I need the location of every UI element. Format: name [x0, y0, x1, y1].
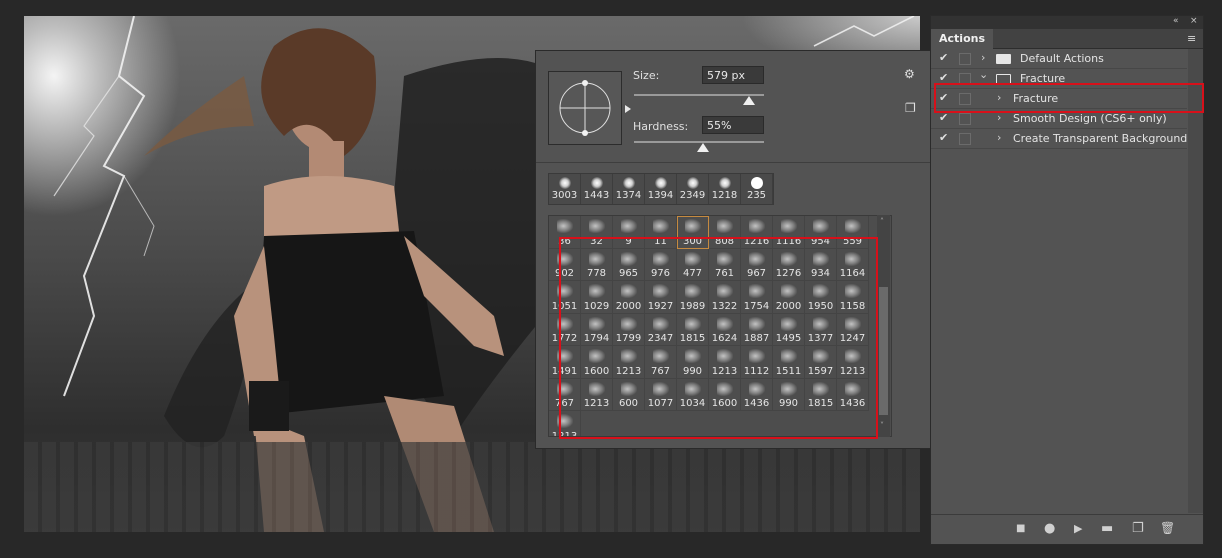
recent-brushes: 3003 1443 1374 1394 2349 1218 235 [548, 173, 774, 205]
brush-tip-icon [685, 219, 701, 233]
brush-tip-icon [750, 177, 763, 189]
brush-grid-scrollbar[interactable]: ˄ ˅ [877, 215, 890, 437]
brush-tip-icon [590, 177, 603, 189]
check-icon[interactable]: ✔ [939, 131, 948, 144]
actions-toolbar: ■ ● ▶ ▬ ❐ 🗑 [931, 514, 1203, 544]
recent-brush[interactable]: 1394 [645, 174, 677, 204]
new-action-icon[interactable]: ❐ [1132, 521, 1144, 536]
delete-icon[interactable]: 🗑 [1160, 521, 1175, 535]
play-icon[interactable]: ▶ [1074, 522, 1082, 535]
stop-icon[interactable]: ■ [1016, 523, 1025, 534]
hardness-slider-thumb[interactable] [697, 143, 709, 152]
brush-size-label: 2349 [679, 190, 706, 201]
actions-scrollbar[interactable] [1188, 49, 1203, 513]
scroll-thumb[interactable] [879, 287, 888, 415]
size-slider-thumb[interactable] [743, 96, 755, 105]
recent-brush[interactable]: 1374 [613, 174, 645, 204]
popup-divider [536, 162, 933, 163]
fracture-action-highlight-box [934, 83, 1204, 113]
hardness-label: Hardness: [633, 120, 689, 133]
brush-size-label: 3003 [551, 190, 578, 201]
brush-tip-icon [781, 219, 797, 233]
brush-tip-icon [686, 177, 699, 189]
brush-tip-icon [845, 219, 861, 233]
brush-tip-icon [557, 219, 573, 233]
caret-right-icon[interactable]: › [981, 51, 985, 64]
scroll-up-icon[interactable]: ˄ [880, 217, 884, 226]
action-set-default-actions[interactable]: ✔ › Default Actions [931, 49, 1187, 69]
check-icon[interactable]: ✔ [939, 51, 948, 64]
panel-menu-icon[interactable]: ≡ [1187, 32, 1197, 45]
action-create-transparent-background[interactable]: ✔ › Create Transparent Background [931, 129, 1187, 149]
caret-right-icon[interactable]: › [997, 131, 1001, 144]
scroll-down-icon[interactable]: ˅ [880, 421, 884, 430]
folder-icon [996, 54, 1011, 64]
recent-brush[interactable]: 1443 [581, 174, 613, 204]
brush-tip-icon [654, 177, 667, 189]
hardness-input[interactable] [702, 116, 764, 134]
dialog-toggle[interactable] [959, 133, 971, 145]
recent-brush[interactable]: 2349 [677, 174, 709, 204]
brush-size-label: 1443 [583, 190, 610, 201]
recent-brush[interactable]: 235 [741, 174, 773, 204]
action-label: Create Transparent Background [1013, 132, 1188, 145]
action-label: Smooth Design (CS6+ only) [1013, 112, 1167, 125]
brush-tip-icon [558, 177, 571, 189]
recent-brush[interactable]: 1218 [709, 174, 741, 204]
record-icon[interactable]: ● [1044, 521, 1055, 536]
close-icon[interactable]: × [1190, 16, 1198, 26]
panel-tabbar: Actions ≡ [931, 29, 1203, 49]
brush-size-label: 1394 [647, 190, 674, 201]
brush-tip-icon [589, 219, 605, 233]
brushes-highlight-box [559, 237, 878, 439]
new-set-icon[interactable]: ▬ [1101, 521, 1113, 536]
tab-actions[interactable]: Actions [931, 29, 993, 49]
brush-tip-icon [621, 219, 637, 233]
brush-tip-icon [717, 219, 733, 233]
brush-tip-icon [813, 219, 829, 233]
preview-arrow-icon [625, 105, 631, 113]
size-label: Size: [633, 69, 660, 82]
gear-icon[interactable]: ⚙ [904, 67, 915, 81]
new-preset-icon[interactable]: ❐ [905, 101, 916, 115]
panel-topbar: « × [931, 16, 1203, 29]
brush-tip-icon [749, 219, 765, 233]
brush-tip-preview[interactable] [548, 71, 631, 145]
dialog-toggle[interactable] [959, 53, 971, 65]
brush-tip-icon [622, 177, 635, 189]
brush-tip-icon [718, 177, 731, 189]
brush-size-label: 1218 [711, 190, 738, 201]
caret-down-icon[interactable]: ⌄ [979, 68, 988, 81]
dialog-toggle[interactable] [959, 113, 971, 125]
collapse-icon[interactable]: « [1173, 16, 1179, 26]
action-set-label: Default Actions [1020, 52, 1104, 65]
stone-floor [24, 442, 920, 532]
recent-brush[interactable]: 3003 [549, 174, 581, 204]
size-input[interactable] [702, 66, 764, 84]
brush-size-label: 235 [746, 190, 767, 201]
brush-tip-icon [653, 219, 669, 233]
brush-size-label: 1374 [615, 190, 642, 201]
brush-angle-icon [559, 80, 611, 136]
